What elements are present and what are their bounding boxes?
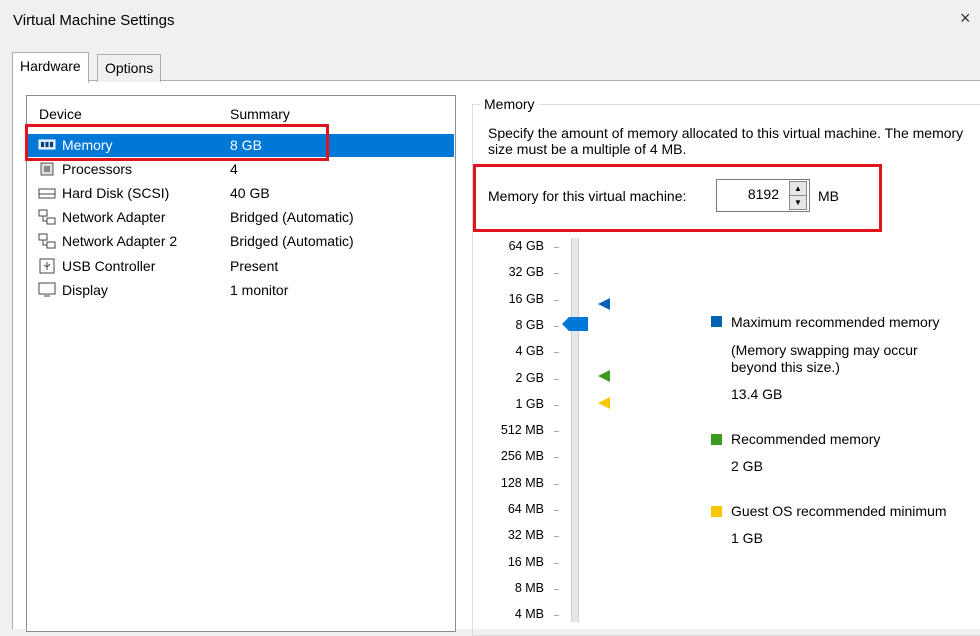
slider-tick-mark xyxy=(554,273,559,275)
device-summary: Bridged (Automatic) xyxy=(230,209,354,225)
device-name: Hard Disk (SCSI) xyxy=(62,185,170,201)
device-name: Network Adapter xyxy=(62,209,166,225)
max-recommended-marker-icon xyxy=(598,298,610,310)
recommended-marker-icon xyxy=(598,370,610,382)
guest-min-value: 1 GB xyxy=(731,530,763,546)
slider-tick-label: 64 MB xyxy=(507,502,544,516)
tab-hardware[interactable]: Hardware xyxy=(12,52,89,83)
guest-min-marker-icon xyxy=(598,397,610,409)
slider-tick-mark xyxy=(554,378,559,380)
max-recommended-label: Maximum recommended memory xyxy=(731,314,940,330)
slider-tick-mark xyxy=(554,431,559,433)
column-header-device[interactable]: Device xyxy=(39,106,82,122)
processor-icon xyxy=(40,162,54,176)
slider-tick-label: 32 GB xyxy=(508,265,544,280)
device-row-network-adapter-2[interactable]: Network Adapter 2 Bridged (Automatic) xyxy=(27,230,454,253)
max-recommended-value: 13.4 GB xyxy=(731,386,783,402)
device-row-usb-controller[interactable]: USB Controller Present xyxy=(27,255,454,278)
column-header-summary[interactable]: Summary xyxy=(230,106,290,122)
slider-tick-label: 256 MB xyxy=(500,449,544,464)
slider-tick-label: 128 MB xyxy=(500,475,544,490)
device-row-network-adapter[interactable]: Network Adapter Bridged (Automatic) xyxy=(27,206,454,229)
slider-tick-mark xyxy=(554,510,559,511)
slider-tick-label: 8 GB xyxy=(515,317,545,332)
recommended-swatch xyxy=(711,434,722,445)
slider-tick-mark xyxy=(554,562,559,564)
slider-tick-mark xyxy=(554,247,559,248)
device-summary: Present xyxy=(230,258,279,274)
recommended-label: Recommended memory xyxy=(731,431,881,447)
device-summary: Bridged (Automatic) xyxy=(230,233,354,249)
slider-tick-mark xyxy=(554,352,559,354)
close-icon[interactable]: × xyxy=(960,8,971,29)
slider-tick-label: 512 MB xyxy=(500,423,544,438)
device-summary: 4 xyxy=(230,161,238,177)
memory-slider-track[interactable] xyxy=(571,238,579,622)
slider-tick-label: 16 MB xyxy=(507,554,544,569)
device-row-hard-disk[interactable]: Hard Disk (SCSI) 40 GB xyxy=(27,182,454,205)
highlight-box-memory-row xyxy=(25,124,329,161)
device-name: Network Adapter 2 xyxy=(62,233,178,249)
slider-tick-mark xyxy=(554,404,559,406)
device-summary: 40 GB xyxy=(230,185,270,201)
device-name: USB Controller xyxy=(62,258,156,274)
hard-disk-icon xyxy=(38,188,56,199)
device-name: Processors xyxy=(62,161,133,177)
usb-icon xyxy=(39,258,55,274)
slider-tick-mark xyxy=(554,536,559,538)
slider-tick-label: 8 MB xyxy=(514,580,544,595)
slider-tick-mark xyxy=(554,299,559,301)
device-row-processors[interactable]: Processors 4 xyxy=(27,158,454,181)
memory-group-label: Memory xyxy=(480,96,539,112)
slider-tick-mark xyxy=(554,483,559,485)
guest-min-label: Guest OS recommended minimum xyxy=(731,503,947,519)
max-recommended-note: (Memory swapping may occur beyond this s… xyxy=(731,342,918,375)
memory-slider-thumb[interactable] xyxy=(562,317,588,331)
device-name: Display xyxy=(62,282,108,298)
slider-tick-label: 2 GB xyxy=(515,370,545,385)
display-icon xyxy=(38,282,56,297)
memory-description: Specify the amount of memory allocated t… xyxy=(488,125,964,157)
max-recommended-swatch xyxy=(711,316,722,327)
slider-tick-mark xyxy=(554,325,559,327)
slider-tick-label: 1 GB xyxy=(515,396,545,411)
slider-tick-label: 32 MB xyxy=(507,528,544,543)
slider-tick-label: 64 GB xyxy=(508,239,544,253)
network-adapter-icon xyxy=(38,209,56,225)
recommended-value: 2 GB xyxy=(731,458,763,474)
slider-tick-label: 4 MB xyxy=(514,607,544,622)
network-adapter-icon xyxy=(38,233,56,249)
slider-tick-label: 16 GB xyxy=(508,291,544,306)
slider-tick-label: 4 GB xyxy=(515,344,545,359)
highlight-box-memory-field xyxy=(473,164,882,232)
guest-min-swatch xyxy=(711,506,722,517)
device-summary: 1 monitor xyxy=(230,282,289,298)
slider-tick-mark xyxy=(554,457,559,459)
slider-tick-mark xyxy=(554,615,559,617)
window-title: Virtual Machine Settings xyxy=(13,12,175,29)
tab-options[interactable]: Options xyxy=(97,54,162,82)
device-row-display[interactable]: Display 1 monitor xyxy=(27,279,454,302)
slider-tick-mark xyxy=(554,588,559,590)
